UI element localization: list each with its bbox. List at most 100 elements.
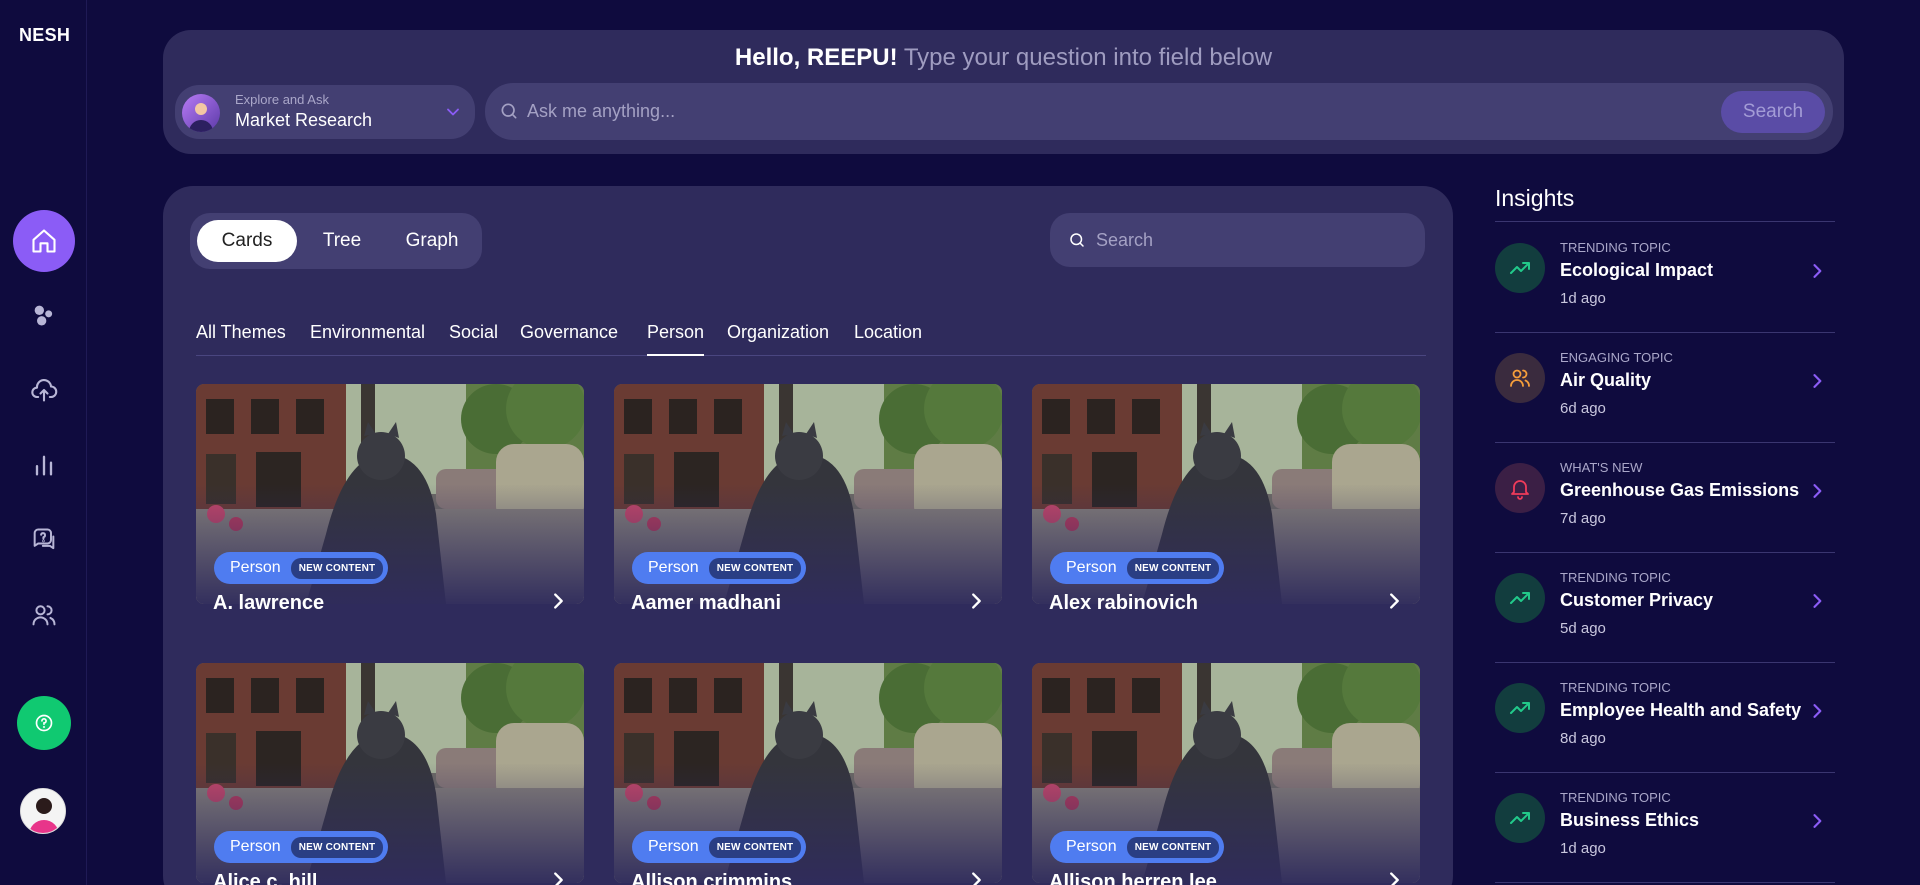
chevron-right-icon[interactable] <box>1807 701 1827 721</box>
card-title[interactable]: Allison crimmins <box>631 871 792 885</box>
insight-time: 7d ago <box>1560 510 1606 527</box>
search-icon <box>501 103 517 119</box>
insight-kind: TRENDING TOPIC <box>1560 240 1671 255</box>
ask-search-button[interactable]: Search <box>1721 91 1825 133</box>
theme-tab-social[interactable]: Social <box>449 322 498 356</box>
bubbles-icon <box>34 305 53 326</box>
trending-up-icon <box>1495 243 1545 293</box>
insight-time: 8d ago <box>1560 730 1606 747</box>
trending-up-icon <box>1495 793 1545 843</box>
entity-card[interactable]: Person NEW CONTENT <box>196 384 584 604</box>
badge-type: Person <box>1066 838 1117 855</box>
help-icon <box>35 714 53 732</box>
theme-tab-all[interactable]: All Themes <box>196 322 286 356</box>
entity-card[interactable]: Person NEW CONTENT <box>196 663 584 883</box>
badge-type: Person <box>648 838 699 855</box>
new-content-badge: NEW CONTENT <box>1126 557 1220 579</box>
badge-type: Person <box>648 559 699 576</box>
insights-panel: Insights TRENDING TOPIC Ecological Impac… <box>1495 180 1835 883</box>
insight-time: 6d ago <box>1560 400 1606 417</box>
chevron-down-icon <box>447 108 459 116</box>
greeting: Hello, REEPU! Type your question into fi… <box>163 44 1844 72</box>
panel-search-input[interactable] <box>1096 213 1416 267</box>
theme-tab-location[interactable]: Location <box>854 322 922 356</box>
chevron-right-icon[interactable] <box>1807 811 1827 831</box>
insight-item[interactable]: TRENDING TOPIC Customer Privacy 5d ago <box>1495 553 1835 663</box>
sidebar-item-upload[interactable] <box>13 359 75 421</box>
card-title[interactable]: Aamer madhani <box>631 592 781 615</box>
theme-tabs: All Themes Environmental Social Governan… <box>196 322 1426 356</box>
insight-item[interactable]: TRENDING TOPIC Business Ethics 1d ago <box>1495 773 1835 883</box>
ask-input[interactable] <box>527 83 1677 140</box>
chevron-right-icon[interactable] <box>1807 591 1827 611</box>
sidebar-item-users[interactable] <box>13 584 75 646</box>
insight-name: Customer Privacy <box>1560 590 1714 610</box>
chevron-right-icon[interactable] <box>965 869 987 885</box>
theme-tab-environmental[interactable]: Environmental <box>310 322 425 356</box>
context-select[interactable]: Explore and Ask Market Research <box>175 85 475 139</box>
theme-tab-organization[interactable]: Organization <box>727 322 829 356</box>
new-content-badge: NEW CONTENT <box>1126 836 1220 858</box>
sidebar-item-home[interactable] <box>13 210 75 272</box>
tab-cards[interactable]: Cards <box>197 220 297 262</box>
chevron-right-icon[interactable] <box>547 869 569 885</box>
insight-kind: TRENDING TOPIC <box>1560 790 1671 805</box>
card-title[interactable]: Allison herren lee <box>1049 871 1217 885</box>
entity-card[interactable]: Person NEW CONTENT <box>1032 663 1420 883</box>
insight-item[interactable]: ENGAGING TOPIC Air Quality 6d ago <box>1495 333 1835 443</box>
home-icon <box>32 229 56 253</box>
entity-card[interactable]: Person NEW CONTENT <box>614 384 1002 604</box>
entity-card[interactable]: Person NEW CONTENT <box>614 663 1002 883</box>
cloud-upload-icon <box>31 379 58 402</box>
type-badge: Person NEW CONTENT <box>1050 831 1225 863</box>
type-badge: Person NEW CONTENT <box>214 831 389 863</box>
chevron-right-icon[interactable] <box>1807 481 1827 501</box>
card-title[interactable]: Alice c. hill <box>213 871 317 885</box>
tab-tree[interactable]: Tree <box>302 220 382 262</box>
badge-type: Person <box>1066 559 1117 576</box>
insight-name: Business Ethics <box>1560 810 1700 830</box>
chevron-right-icon[interactable] <box>547 590 569 612</box>
ask-header: Hello, REEPU! Type your question into fi… <box>163 30 1844 154</box>
context-value: Market Research <box>235 110 373 130</box>
search-icon <box>1070 233 1084 247</box>
badge-type: Person <box>230 559 281 576</box>
bar-chart-icon <box>35 455 53 476</box>
greeting-subtitle: Type your question into field below <box>903 44 1273 71</box>
insight-item[interactable]: TRENDING TOPIC Employee Health and Safet… <box>1495 663 1835 773</box>
type-badge: Person NEW CONTENT <box>214 552 389 584</box>
insight-item[interactable]: WHAT'S NEW Greenhouse Gas Emissions 7d a… <box>1495 443 1835 553</box>
new-content-badge: NEW CONTENT <box>708 557 802 579</box>
insight-time: 1d ago <box>1560 290 1606 307</box>
tab-graph[interactable]: Graph <box>387 220 477 262</box>
insight-name: Greenhouse Gas Emissions <box>1560 480 1800 500</box>
chevron-right-icon[interactable] <box>1383 590 1405 612</box>
insight-item[interactable]: TRENDING TOPIC Ecological Impact 1d ago <box>1495 223 1835 333</box>
chevron-right-icon[interactable] <box>1383 869 1405 885</box>
sidebar-item-analytics[interactable] <box>13 434 75 496</box>
type-badge: Person NEW CONTENT <box>1050 552 1225 584</box>
chevron-right-icon[interactable] <box>1807 371 1827 391</box>
help-button[interactable] <box>17 696 71 750</box>
entity-card[interactable]: Person NEW CONTENT <box>1032 384 1420 604</box>
chevron-right-icon[interactable] <box>1807 261 1827 281</box>
context-label: Explore and Ask <box>235 92 329 107</box>
theme-tab-person[interactable]: Person <box>647 322 705 356</box>
insight-name: Ecological Impact <box>1560 260 1714 280</box>
new-content-badge: NEW CONTENT <box>708 836 802 858</box>
insight-time: 5d ago <box>1560 620 1606 637</box>
card-title[interactable]: Alex rabinovich <box>1049 592 1198 615</box>
panel-search <box>1050 213 1425 267</box>
theme-tab-governance[interactable]: Governance <box>520 322 618 356</box>
card-title[interactable]: A. lawrence <box>213 592 324 615</box>
new-content-badge: NEW CONTENT <box>290 557 384 579</box>
insight-time: 1d ago <box>1560 840 1606 857</box>
badge-type: Person <box>230 838 281 855</box>
sidebar-item-topics[interactable] <box>13 284 75 346</box>
main-panel: Cards Tree Graph All Themes Environmenta… <box>163 186 1453 885</box>
chevron-right-icon[interactable] <box>965 590 987 612</box>
sidebar-item-questions[interactable] <box>13 509 75 571</box>
users-icon <box>32 605 56 626</box>
user-avatar[interactable] <box>20 788 66 834</box>
insight-kind: ENGAGING TOPIC <box>1560 350 1673 365</box>
